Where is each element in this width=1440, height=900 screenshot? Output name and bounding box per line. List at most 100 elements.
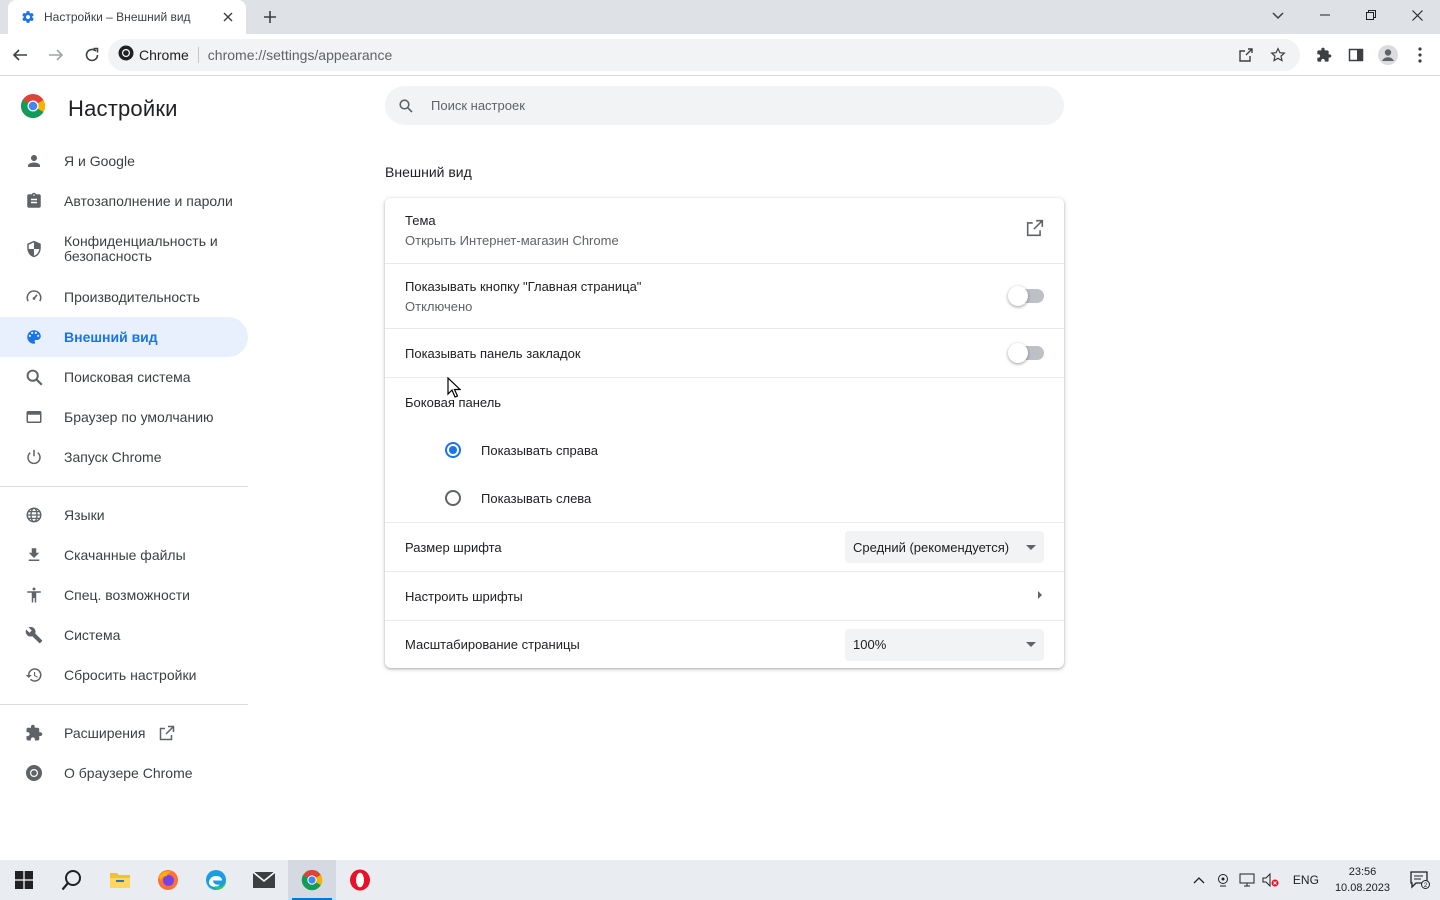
home-button-status: Отключено [405, 298, 473, 314]
sidebar-item-label: Языки [64, 506, 105, 523]
theme-row[interactable]: Тема Открыть Интернет-магазин Chrome [385, 198, 1064, 263]
address-bar[interactable]: Chrome chrome://settings/appearance [108, 39, 1300, 71]
sidebar-item-accessibility[interactable]: Спец. возможности [0, 575, 248, 615]
sidebar-item-reset[interactable]: Сбросить настройки [0, 655, 248, 695]
site-info-chip[interactable]: Chrome [118, 45, 189, 66]
font-size-row: Размер шрифта Средний (рекомендуется) [385, 522, 1064, 571]
sidebar-item-search-engine[interactable]: Поисковая система [0, 357, 248, 397]
sidebar-item-you-and-google[interactable]: Я и Google [0, 141, 248, 181]
forward-arrow-icon[interactable] [40, 39, 72, 71]
settings-search[interactable] [385, 86, 1064, 125]
settings-header: Настройки [20, 93, 178, 124]
system-tray: ENG 23:56 10.08.2023 2 [1187, 860, 1440, 900]
close-window-icon[interactable] [1394, 0, 1440, 30]
sidebar-item-downloads[interactable]: Скачанные файлы [0, 535, 248, 575]
chevron-right-icon [1036, 587, 1044, 605]
open-in-new-icon [159, 724, 177, 742]
sidebar-item-label: Производительность [64, 288, 200, 305]
tray-chevron-up-icon[interactable] [1187, 860, 1211, 900]
sidebar-item-languages[interactable]: Языки [0, 495, 248, 535]
file-explorer-icon[interactable] [96, 860, 144, 900]
section-title: Внешний вид [385, 164, 472, 180]
chrome-logo-icon [24, 763, 44, 783]
close-tab-icon[interactable] [220, 9, 236, 25]
restore-icon[interactable] [1348, 0, 1394, 30]
settings-page: Настройки Я и Google Автозаполнение и па… [0, 77, 1440, 860]
extensions-puzzle-icon[interactable] [1308, 39, 1340, 71]
sidebar-item-label: Запуск Chrome [64, 448, 162, 465]
windows-start-icon[interactable] [0, 860, 48, 900]
open-in-new-icon[interactable] [1026, 219, 1044, 242]
radio-label: Показывать справа [481, 442, 598, 458]
window-controls [1302, 0, 1440, 34]
mouse-cursor-icon [447, 376, 462, 404]
bookmarks-bar-row: Показывать панель закладок [385, 328, 1064, 377]
tab-strip: Настройки – Внешний вид [0, 0, 1440, 34]
omnibox-separator [197, 47, 199, 63]
side-panel-option-right[interactable]: Показывать справа [385, 426, 1064, 474]
sidebar-item-label: Поисковая система [64, 368, 191, 385]
bookmark-star-icon[interactable] [1266, 43, 1290, 67]
page-zoom-label: Масштабирование страницы [405, 637, 580, 652]
sidebar-item-system[interactable]: Система [0, 615, 248, 655]
taskbar-search-icon[interactable] [48, 860, 96, 900]
sidebar-item-on-startup[interactable]: Запуск Chrome [0, 437, 248, 477]
windows-taskbar: ENG 23:56 10.08.2023 2 [0, 860, 1440, 900]
sidebar-item-label: Спец. возможности [64, 586, 190, 603]
font-size-select[interactable]: Средний (рекомендуется) [845, 531, 1044, 563]
url-text[interactable]: chrome://settings/appearance [208, 47, 392, 63]
settings-gear-icon [20, 9, 36, 25]
notification-center-icon[interactable]: 2 [1400, 860, 1440, 900]
sidebar-item-appearance[interactable]: Внешний вид [0, 317, 248, 357]
reload-icon[interactable] [76, 39, 108, 71]
theme-label: Тема [405, 213, 436, 228]
firefox-icon[interactable] [144, 860, 192, 900]
power-icon [24, 447, 44, 467]
share-icon[interactable] [1234, 43, 1258, 67]
side-panel-option-left[interactable]: Показывать слева [385, 474, 1064, 522]
side-panel-icon[interactable] [1340, 39, 1372, 71]
clock[interactable]: 23:56 10.08.2023 [1335, 864, 1390, 896]
minimize-icon[interactable] [1302, 0, 1348, 30]
bookmarks-bar-toggle[interactable] [1008, 343, 1044, 363]
sidebar-item-performance[interactable]: Производительность [0, 277, 248, 317]
new-tab-button[interactable] [258, 6, 282, 28]
customize-fonts-row[interactable]: Настроить шрифты [385, 571, 1064, 620]
sidebar-item-label: Скачанные файлы [64, 546, 186, 563]
tab-search-chevron-icon[interactable] [1266, 5, 1290, 27]
theme-sublabel: Открыть Интернет-магазин Chrome [405, 233, 619, 248]
language-indicator[interactable]: ENG [1293, 873, 1319, 887]
sidebar-item-privacy[interactable]: Конфиденциальность и безопасность [0, 221, 248, 277]
mail-icon[interactable] [240, 860, 288, 900]
chrome-icon[interactable] [288, 860, 336, 900]
back-arrow-icon[interactable] [4, 39, 36, 71]
side-panel-label: Боковая панель [405, 394, 502, 410]
sidebar-item-default-browser[interactable]: Браузер по умолчанию [0, 397, 248, 437]
sidebar-item-about-chrome[interactable]: О браузере Chrome [0, 753, 248, 793]
home-button-toggle[interactable] [1008, 286, 1044, 306]
sidebar-item-label: Сбросить настройки [64, 666, 197, 683]
home-button-label: Показывать кнопку "Главная страница" [405, 278, 642, 294]
search-icon [24, 367, 44, 387]
profile-avatar-icon[interactable] [1372, 39, 1404, 71]
opera-icon[interactable] [336, 860, 384, 900]
radio-button-checked[interactable] [445, 442, 461, 458]
browser-toolbar: Chrome chrome://settings/appearance [0, 34, 1440, 76]
search-input[interactable] [431, 98, 1031, 113]
clipboard-icon [24, 191, 44, 211]
network-icon[interactable] [1235, 860, 1259, 900]
kebab-menu-icon[interactable] [1404, 39, 1436, 71]
dropdown-arrow-icon [1026, 544, 1036, 550]
webcam-icon[interactable] [1211, 860, 1235, 900]
edge-icon[interactable] [192, 860, 240, 900]
active-tab[interactable]: Настройки – Внешний вид [8, 0, 246, 34]
volume-muted-icon[interactable] [1259, 860, 1283, 900]
page-zoom-select[interactable]: 100% [845, 628, 1044, 661]
radio-button[interactable] [445, 490, 461, 506]
search-icon [399, 98, 415, 114]
sidebar-item-autofill[interactable]: Автозаполнение и пароли [0, 181, 248, 221]
radio-label: Показывать слева [481, 490, 592, 506]
home-button-row: Показывать кнопку "Главная страница" Отк… [385, 263, 1064, 328]
palette-icon [24, 327, 44, 347]
sidebar-item-extensions[interactable]: Расширения [0, 713, 248, 753]
